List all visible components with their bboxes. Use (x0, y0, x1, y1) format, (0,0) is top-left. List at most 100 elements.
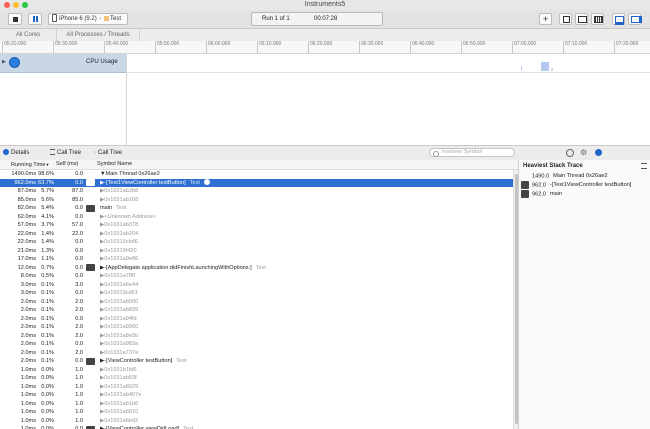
search-input[interactable]: Involves Symbol (442, 149, 482, 156)
call-tree-button[interactable]: Call Tree (50, 149, 81, 157)
running-percent-cell: 0.1% (41, 358, 54, 364)
pause-button[interactable] (28, 13, 42, 25)
time-tick: 06:50.000 (461, 41, 485, 53)
running-time-cell: 1490.0ms (11, 171, 36, 177)
details-button[interactable]: Details (3, 149, 29, 157)
table-row[interactable]: 57.0ms 3.7% 57.0 ▶0x1031ab378 (0, 221, 513, 230)
running-time-cell: 87.0ms (17, 188, 36, 194)
cpu-usage-track-label[interactable]: ▶ CPU Usage (0, 54, 126, 73)
table-row[interactable]: 22.0ms 1.4% 22.0 ▶0x1031ab204 (0, 230, 513, 239)
running-time-cell: 1.0ms (20, 366, 36, 373)
add-instrument-button[interactable]: + (539, 13, 552, 25)
minimize-window-button[interactable] (13, 2, 19, 8)
symbol-cell: ▶0x1031a8029 (100, 383, 138, 392)
chevron-right-icon: › (99, 16, 102, 22)
time-tick: 07:10.000 (563, 41, 587, 53)
iphone-icon (52, 14, 57, 23)
table-row[interactable]: 1.0ms 0.0% 1.0 ▶0x1031ab1b6 (0, 400, 513, 409)
table-row[interactable]: 1.0ms 0.0% 1.0 ▶0x1031a8ed2 (0, 417, 513, 426)
table-row[interactable]: 2.0ms 0.1% 2.0 ▶0x1031a8e5b (0, 332, 513, 341)
clock-icon[interactable] (566, 149, 574, 157)
symbol-name: ▶0x1031a8ed2 (100, 417, 139, 424)
user-code-icon (86, 357, 95, 365)
symbol-name: ▶0x1031ab168 (100, 196, 139, 203)
self-time-cell: 2.0 (75, 298, 83, 305)
running-time-cell: 2.0ms (20, 332, 36, 339)
column-symbol-name[interactable]: Symbol Name (97, 161, 132, 168)
table-row[interactable]: 1.0ms 0.0% 1.0 ▶0x1031ab810 (0, 408, 513, 417)
stack-frame[interactable]: 1490.0 Main Thread 0x26ae2 (521, 172, 649, 181)
table-row[interactable]: 3.0ms 0.1% 0.0 ▶0x10319cd61 (0, 289, 513, 298)
table-row[interactable]: 3.0ms 0.1% 3.0 ▶0x1031a8e44 (0, 281, 513, 290)
self-time-cell: 2.0 (75, 324, 83, 330)
self-time-cell: 0.0 (75, 315, 83, 322)
table-row[interactable]: 8.0ms 0.5% 0.0 ▶0x1031a7f8f (0, 272, 513, 281)
table-row[interactable]: 2.0ms 0.1% 2.0 ▶0x1031ab000 (0, 298, 513, 307)
table-row[interactable]: 1490.0ms 98.6% 0.0 ▼Main Thread 0x26ae2 (0, 170, 513, 179)
table-row[interactable]: 2.0ms 0.1% 0.0 ▶-[ViewController testButton… (0, 357, 513, 366)
table-row[interactable]: 1.0ms 0.0% 1.0 ▶0x1031a8029 (0, 383, 513, 392)
device-label: iPhone 6 (9.2) (59, 16, 97, 22)
symbol-name: ▶0x1031a983a (100, 341, 139, 347)
stop-icon (12, 16, 18, 22)
collapse-icon[interactable] (641, 163, 647, 169)
table-row[interactable]: 21.0ms 1.3% 0.0 ▶0x10319f420 (0, 247, 513, 256)
focus-arrow-icon[interactable] (203, 179, 210, 186)
running-percent-cell: 0.0% (41, 426, 54, 429)
info-icon (3, 149, 9, 156)
table-row[interactable]: 2.0ms 0.1% 0.0 ▶0x1031a94fd (0, 315, 513, 324)
table-row[interactable]: 2.0ms 0.1% 2.0 ▶0x1031a9060 (0, 323, 513, 332)
disclosure-triangle-icon[interactable]: ▶ (2, 59, 6, 65)
tab-all-cores[interactable]: All Cores (0, 29, 56, 41)
table-row[interactable]: 87.0ms 5.7% 87.0 ▶0x1031ab2b8 (0, 187, 513, 196)
symbol-cell: ▶0x1031ab1b6 (100, 400, 138, 409)
table-row[interactable]: 1.0ms 0.0% 1.0 ▶0x1031ab407e (0, 391, 513, 400)
table-row[interactable]: 2.0ms 0.1% 2.0 ▶0x1031a737e (0, 349, 513, 358)
breadcrumb-call-tree[interactable]: › Call Tree (94, 149, 122, 157)
tab-all-processes[interactable]: All Processes / Threads (56, 29, 140, 41)
self-time-cell: 0.0 (75, 205, 83, 211)
search-field[interactable]: Involves Symbol (429, 148, 515, 157)
table-row[interactable]: 22.0ms 1.4% 0.0 ▶0x10319cbd6 (0, 238, 513, 247)
symbol-cell: ▶0x10319cbd6 (100, 238, 138, 247)
time-ruler[interactable]: 05:20.000 05:30.000 05:40.000 05:50.000 06:0… (0, 41, 650, 54)
close-window-button[interactable] (4, 2, 10, 8)
column-running-time[interactable]: Running Time▼ (11, 161, 49, 169)
call-tree-table[interactable]: 1490.0ms 98.6% 0.0 ▼Main Thread 0x26ae2 962.… (0, 170, 513, 429)
zoom-window-button[interactable] (22, 2, 28, 8)
table-row[interactable]: 1.0ms 0.0% 0.0 ▶-[ViewController viewDidLoa… (0, 425, 513, 429)
table-row[interactable]: 1.0ms 0.0% 1.0 ▶0x1031b1fd6 (0, 366, 513, 375)
cpu-usage-graph[interactable] (127, 54, 650, 73)
table-row[interactable]: 962.0ms 63.7% 0.0 ▶-[Test1ViewController te… (0, 178, 513, 187)
toggle-bottom-panel-button[interactable] (612, 13, 625, 25)
call-tree-label: Call Tree (57, 150, 82, 156)
display-settings-button[interactable] (575, 13, 588, 25)
stack-frame[interactable]: 962.0 main (521, 190, 649, 199)
table-row[interactable]: 17.0ms 1.1% 0.0 ▶0x1031a9e86 (0, 255, 513, 264)
table-row[interactable]: 82.0ms 5.4% 0.0 main Test (0, 204, 513, 213)
self-time-cell: 1.0 (75, 409, 83, 415)
time-tick: 07:20.000 (614, 41, 638, 53)
toggle-right-panel-button[interactable] (628, 13, 642, 25)
record-settings-button[interactable] (559, 13, 572, 25)
symbol-cell: ▶0x1031a8e5b (100, 332, 138, 341)
extended-detail-info-icon[interactable] (595, 149, 602, 156)
extended-detail-button[interactable] (591, 13, 604, 25)
stack-frame[interactable]: 962.0 -[Test1ViewController testButton] (521, 181, 649, 190)
running-percent-cell: 1.4% (41, 239, 54, 245)
record-button[interactable] (8, 13, 22, 25)
target-selector[interactable]: iPhone 6 (9.2) › Test (48, 13, 128, 25)
table-row[interactable]: 12.0ms 0.7% 0.0 ▶-[AppDelegate application:… (0, 264, 513, 273)
running-percent-cell: 0.1% (41, 324, 54, 330)
instrument-track-area: ▶ CPU Usage (0, 54, 650, 145)
gear-icon[interactable]: ⚙ (580, 148, 587, 157)
table-row[interactable]: 85.0ms 5.6% 85.0 ▶0x1031ab168 (0, 196, 513, 205)
running-percent-cell: 0.1% (41, 332, 54, 339)
running-percent-cell: 4.1% (41, 213, 54, 220)
table-row[interactable]: 1.0ms 0.0% 1.0 ▶0x1031ab83f (0, 374, 513, 383)
column-self[interactable]: Self (ms) (56, 161, 78, 168)
table-row[interactable]: 62.0ms 4.1% 0.0 ▶<Unknown Address> (0, 213, 513, 222)
self-time-cell: 0.0 (75, 426, 83, 429)
table-row[interactable]: 2.0ms 0.1% 2.0 ▶0x1031ab839 (0, 306, 513, 315)
table-row[interactable]: 2.0ms 0.1% 0.0 ▶0x1031a983a (0, 340, 513, 349)
